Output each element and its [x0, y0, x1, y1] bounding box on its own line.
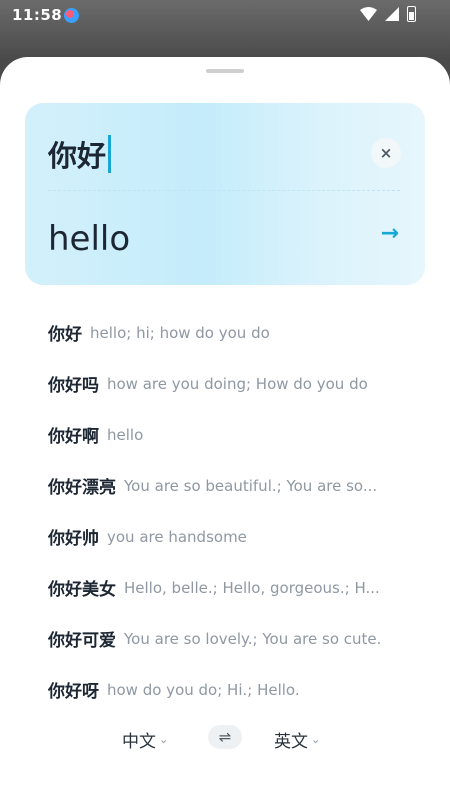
suggestion-word: 你好啊 [48, 427, 99, 447]
go-button[interactable]: → [381, 221, 399, 246]
cellular-signal-icon [385, 7, 399, 21]
suggestion-item[interactable]: 你好啊 hello [48, 409, 408, 460]
wifi-icon [360, 7, 377, 21]
translation-card: 你好 × hello → [25, 103, 425, 285]
suggestion-word: 你好 [48, 325, 82, 345]
chevron-down-icon: ⌄ [311, 733, 321, 746]
bottom-sheet: 你好 × hello → 你好 hello; hi; how do you do … [0, 57, 450, 800]
suggestion-word: 你好可爱 [48, 631, 116, 651]
suggestion-meaning: hello; hi; how do you do [90, 323, 270, 342]
target-language-label: 英文 [274, 732, 308, 752]
suggestion-word: 你好美女 [48, 580, 116, 600]
suggestion-meaning: you are handsome [107, 527, 247, 546]
app-notification-icon [64, 8, 79, 23]
status-bar: 11:58 [0, 0, 450, 32]
card-divider [48, 190, 400, 191]
close-icon: × [379, 144, 393, 162]
suggestion-word: 你好漂亮 [48, 478, 116, 498]
suggestion-meaning: You are so lovely.; You are so cute. [124, 629, 382, 648]
source-input[interactable]: 你好 [48, 133, 112, 175]
suggestion-item[interactable]: 你好美女 Hello, belle.; Hello, gorgeous.; H..… [48, 562, 408, 613]
source-language-label: 中文 [122, 732, 156, 752]
suggestion-meaning: how are you doing; How do you do [107, 374, 368, 393]
suggestion-item[interactable]: 你好帅 you are handsome [48, 511, 408, 562]
source-text: 你好 [48, 139, 107, 173]
suggestion-word: 你好帅 [48, 529, 99, 549]
suggestion-meaning: Hello, belle.; Hello, gorgeous.; H... [124, 578, 380, 597]
swap-languages-button[interactable]: ⇌ [208, 725, 242, 749]
swap-icon: ⇌ [218, 728, 232, 746]
suggestion-meaning: how do you do; Hi.; Hello. [107, 680, 300, 699]
suggestion-item[interactable]: 你好漂亮 You are so beautiful.; You are so... [48, 460, 408, 511]
suggestion-meaning: You are so beautiful.; You are so... [124, 476, 378, 495]
chevron-down-icon: ⌄ [159, 733, 169, 746]
suggestion-item[interactable]: 你好吗 how are you doing; How do you do [48, 358, 408, 409]
target-language-selector[interactable]: 英文 ⌄ [274, 727, 320, 752]
suggestion-word: 你好吗 [48, 376, 99, 396]
suggestion-item[interactable]: 你好 hello; hi; how do you do [48, 307, 408, 358]
suggestion-item[interactable]: 你好可爱 You are so lovely.; You are so cute. [48, 613, 408, 664]
suggestion-item[interactable]: 你好呀 how do you do; Hi.; Hello. [48, 664, 408, 715]
suggestion-meaning: hello [107, 425, 144, 444]
drag-handle[interactable] [206, 69, 244, 73]
translation-result: hello [48, 219, 131, 259]
source-language-selector[interactable]: 中文 ⌄ [122, 727, 168, 752]
status-icons [360, 6, 416, 22]
arrow-right-icon: → [380, 221, 399, 246]
suggestion-list: 你好 hello; hi; how do you do 你好吗 how are yo… [48, 307, 408, 715]
battery-icon [407, 6, 416, 22]
text-cursor [108, 135, 112, 173]
clear-button[interactable]: × [371, 138, 401, 168]
suggestion-word: 你好呀 [48, 682, 99, 702]
status-time: 11:58 [12, 6, 63, 24]
language-bar: 中文 ⌄ ⇌ 英文 ⌄ [0, 723, 450, 753]
